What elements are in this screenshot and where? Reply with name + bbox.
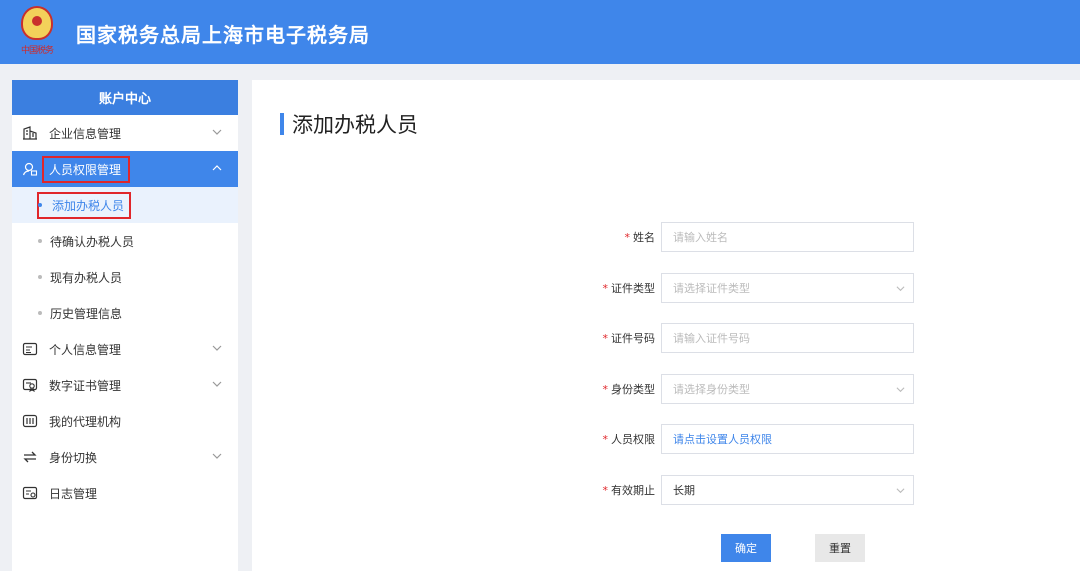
bullet-dot-icon (38, 311, 42, 315)
page-title: 添加办税人员 (292, 113, 418, 137)
required-mark: * (624, 231, 631, 244)
sidebar-item-label: 我的代理机构 (49, 414, 122, 429)
sidebar-subitem-label: 历史管理信息 (50, 306, 123, 321)
sidebar-item-digital-certificate[interactable]: 数字证书管理 (12, 367, 238, 403)
heading-accent-bar (280, 113, 284, 135)
form-row-identity-type: * 身份类型 请选择身份类型 (596, 374, 914, 404)
id-card-icon (22, 341, 38, 357)
validity-value: 长期 (673, 484, 695, 497)
identity-type-placeholder: 请选择身份类型 (673, 383, 750, 396)
sidebar-item-enterprise-info[interactable]: 企业信息管理 (12, 115, 238, 151)
bullet-dot-icon (38, 239, 42, 243)
chevron-down-icon (896, 488, 905, 494)
main-panel: 添加办税人员 * 姓名 请输入姓名 * 证件类型 请选择证件类型 * 证件号码 请输入… (252, 80, 1080, 571)
sidebar-subitem-label: 现有办税人员 (50, 270, 123, 285)
validity-select[interactable]: 长期 (661, 475, 914, 505)
building-icon (22, 125, 38, 141)
required-mark: * (602, 433, 609, 446)
emblem-script: 中国税务 (20, 46, 54, 56)
agency-icon (22, 413, 38, 429)
form-row-permission: * 人员权限 请点击设置人员权限 (596, 424, 914, 454)
permission-label: 人员权限 (611, 433, 655, 446)
id-type-select[interactable]: 请选择证件类型 (661, 273, 914, 303)
form-row-validity: * 有效期止 长期 (596, 475, 914, 505)
sidebar-item-log-management[interactable]: 日志管理 (12, 475, 238, 511)
chevron-down-icon (212, 129, 222, 135)
identity-type-label: 身份类型 (611, 383, 655, 396)
certificate-icon (22, 377, 38, 393)
sidebar-item-label: 企业信息管理 (49, 126, 122, 141)
sidebar-subitem-current-tax-staff[interactable]: 现有办税人员 (12, 259, 238, 295)
log-icon (22, 485, 38, 501)
form-row-id-number: * 证件号码 请输入证件号码 (596, 323, 914, 353)
name-input[interactable]: 请输入姓名 (661, 222, 914, 252)
sidebar-item-label: 日志管理 (49, 486, 98, 501)
chevron-down-icon (212, 453, 222, 459)
top-header: 中国税务 国家税务总局上海市电子税务局 (0, 0, 1080, 64)
sidebar-item-identity-switch[interactable]: 身份切换 (12, 439, 238, 475)
validity-label: 有效期止 (611, 484, 655, 497)
reset-button[interactable]: 重置 (815, 534, 865, 562)
required-mark: * (602, 282, 609, 295)
sidebar-subitem-label: 添加办税人员 (37, 191, 132, 219)
id-number-input[interactable]: 请输入证件号码 (661, 323, 914, 353)
id-type-label: 证件类型 (611, 282, 655, 295)
identity-type-select[interactable]: 请选择身份类型 (661, 374, 914, 404)
sidebar-item-label: 身份切换 (49, 450, 98, 465)
chevron-down-icon (212, 345, 222, 351)
confirm-button[interactable]: 确定 (721, 534, 771, 562)
sidebar-subitem-history[interactable]: 历史管理信息 (12, 295, 238, 331)
id-type-placeholder: 请选择证件类型 (673, 282, 750, 295)
sidebar-item-personal-info[interactable]: 个人信息管理 (12, 331, 238, 367)
sidebar-subitem-add-tax-staff[interactable]: 添加办税人员 (12, 187, 238, 223)
chevron-down-icon (896, 286, 905, 292)
sidebar-item-label: 人员权限管理 (42, 155, 131, 183)
form-row-name: * 姓名 请输入姓名 (596, 222, 914, 252)
required-mark: * (602, 484, 609, 497)
switch-icon (22, 449, 38, 465)
bullet-dot-icon (38, 203, 42, 207)
form-row-id-type: * 证件类型 请选择证件类型 (596, 273, 914, 303)
sidebar-subitem-pending-tax-staff[interactable]: 待确认办税人员 (12, 223, 238, 259)
bullet-dot-icon (38, 275, 42, 279)
name-label: 姓名 (633, 231, 655, 244)
set-permission-field[interactable]: 请点击设置人员权限 (661, 424, 914, 454)
required-mark: * (602, 332, 609, 345)
emblem-seal-icon (21, 6, 53, 40)
sidebar: 账户中心 企业信息管理 人员权限管理 添加办税人员 待确认办税人员 现有办税人员… (12, 80, 238, 571)
sidebar-item-personnel-permissions[interactable]: 人员权限管理 (12, 151, 238, 187)
chevron-up-icon (212, 165, 222, 171)
sidebar-item-label: 个人信息管理 (49, 342, 122, 357)
chevron-down-icon (212, 381, 222, 387)
tax-emblem-logo: 中国税务 (16, 6, 58, 56)
sidebar-item-my-agency[interactable]: 我的代理机构 (12, 403, 238, 439)
chevron-down-icon (896, 387, 905, 393)
sidebar-item-label: 数字证书管理 (49, 378, 122, 393)
id-number-label: 证件号码 (611, 332, 655, 345)
required-mark: * (602, 383, 609, 396)
site-title: 国家税务总局上海市电子税务局 (76, 23, 370, 47)
sidebar-subitem-label: 待确认办税人员 (50, 234, 135, 249)
sidebar-title: 账户中心 (12, 80, 238, 115)
user-lock-icon (22, 161, 38, 177)
page-heading: 添加办税人员 (280, 109, 418, 139)
